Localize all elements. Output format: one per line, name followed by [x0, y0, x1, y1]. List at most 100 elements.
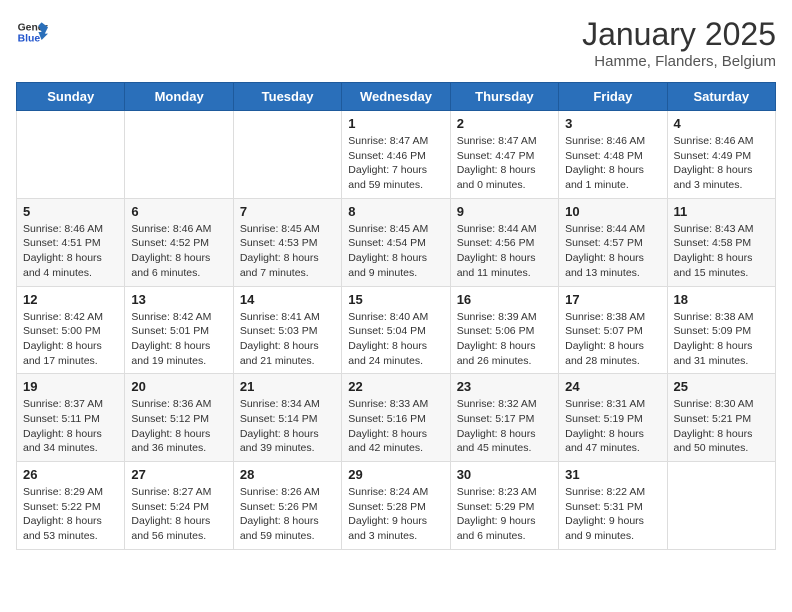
day-info: Sunrise: 8:45 AM Sunset: 4:53 PM Dayligh… — [240, 222, 335, 281]
day-number: 14 — [240, 292, 335, 307]
day-cell: 22Sunrise: 8:33 AM Sunset: 5:16 PM Dayli… — [342, 374, 450, 462]
day-cell: 26 Sunrise: 8:29 AM Sunset: 5:22 PM Dayli… — [17, 462, 125, 550]
day-cell: 4 Sunrise: 8:46 AM Sunset: 4:49 PM Daylig… — [667, 111, 775, 199]
day-number: 26 — [23, 467, 118, 482]
day-info: Sunrise: 8:44 AM Sunset: 4:56 PM Dayligh… — [457, 222, 552, 281]
day-info: Sunrise: 8:42 AM Sunset: 5:01 PM Dayligh… — [131, 310, 226, 369]
day-info: Sunrise: 8:46 AM Sunset: 4:48 PM Dayligh… — [565, 134, 660, 193]
day-number: 21 — [240, 379, 335, 394]
day-number: 24 — [565, 379, 660, 394]
day-number: 19 — [23, 379, 118, 394]
day-info: Sunrise: 8:47 AM Sunset: 4:46 PM Dayligh… — [348, 134, 443, 193]
day-info: Sunrise: 8:46 AM Sunset: 4:49 PM Dayligh… — [674, 134, 769, 193]
day-number: 3 — [565, 116, 660, 131]
day-cell: 17Sunrise: 8:38 AM Sunset: 5:07 PM Dayli… — [559, 286, 667, 374]
day-cell: 3 Sunrise: 8:46 AM Sunset: 4:48 PM Daylig… — [559, 111, 667, 199]
location-title: Hamme, Flanders, Belgium — [582, 53, 776, 70]
day-info: Sunrise: 8:23 AM Sunset: 5:29 PM Dayligh… — [457, 485, 552, 544]
day-number: 7 — [240, 204, 335, 219]
day-number: 5 — [23, 204, 118, 219]
day-cell: 23Sunrise: 8:32 AM Sunset: 5:17 PM Dayli… — [450, 374, 558, 462]
day-cell: 15 Sunrise: 8:40 AM Sunset: 5:04 PM Dayli… — [342, 286, 450, 374]
day-cell: 18 Sunrise: 8:38 AM Sunset: 5:09 PM Dayli… — [667, 286, 775, 374]
day-number: 25 — [674, 379, 769, 394]
day-number: 9 — [457, 204, 552, 219]
svg-text:Blue: Blue — [18, 34, 41, 45]
logo: General Blue — [16, 16, 48, 48]
day-info: Sunrise: 8:43 AM Sunset: 4:58 PM Dayligh… — [674, 222, 769, 281]
day-number: 16 — [457, 292, 552, 307]
weekday-header-saturday: Saturday — [667, 83, 775, 111]
day-info: Sunrise: 8:34 AM Sunset: 5:14 PM Dayligh… — [240, 397, 335, 456]
day-cell: 5 Sunrise: 8:46 AM Sunset: 4:51 PM Daylig… — [17, 198, 125, 286]
day-cell — [125, 111, 233, 199]
day-cell: 19Sunrise: 8:37 AM Sunset: 5:11 PM Dayli… — [17, 374, 125, 462]
day-cell: 25 Sunrise: 8:30 AM Sunset: 5:21 PM Dayli… — [667, 374, 775, 462]
week-row-2: 5 Sunrise: 8:46 AM Sunset: 4:51 PM Daylig… — [17, 198, 776, 286]
day-cell: 13 Sunrise: 8:42 AM Sunset: 5:01 PM Dayli… — [125, 286, 233, 374]
day-cell: 6 Sunrise: 8:46 AM Sunset: 4:52 PM Daylig… — [125, 198, 233, 286]
day-cell: 9 Sunrise: 8:44 AM Sunset: 4:56 PM Daylig… — [450, 198, 558, 286]
day-cell: 29Sunrise: 8:24 AM Sunset: 5:28 PM Dayli… — [342, 462, 450, 550]
week-row-5: 26 Sunrise: 8:29 AM Sunset: 5:22 PM Dayli… — [17, 462, 776, 550]
day-cell: 20 Sunrise: 8:36 AM Sunset: 5:12 PM Dayli… — [125, 374, 233, 462]
day-number: 31 — [565, 467, 660, 482]
weekday-header-tuesday: Tuesday — [233, 83, 341, 111]
day-info: Sunrise: 8:46 AM Sunset: 4:52 PM Dayligh… — [131, 222, 226, 281]
weekday-header-wednesday: Wednesday — [342, 83, 450, 111]
header: General Blue January 2025 Hamme, Flander… — [16, 16, 776, 70]
day-cell: 24 Sunrise: 8:31 AM Sunset: 5:19 PM Dayli… — [559, 374, 667, 462]
day-cell: 8Sunrise: 8:45 AM Sunset: 4:54 PM Daylig… — [342, 198, 450, 286]
day-cell: 31 Sunrise: 8:22 AM Sunset: 5:31 PM Dayli… — [559, 462, 667, 550]
week-row-3: 12Sunrise: 8:42 AM Sunset: 5:00 PM Dayli… — [17, 286, 776, 374]
day-cell: 16 Sunrise: 8:39 AM Sunset: 5:06 PM Dayli… — [450, 286, 558, 374]
day-cell: 28 Sunrise: 8:26 AM Sunset: 5:26 PM Dayli… — [233, 462, 341, 550]
day-info: Sunrise: 8:41 AM Sunset: 5:03 PM Dayligh… — [240, 310, 335, 369]
day-number: 20 — [131, 379, 226, 394]
day-number: 18 — [674, 292, 769, 307]
title-area: January 2025 Hamme, Flanders, Belgium — [582, 16, 776, 70]
day-info: Sunrise: 8:26 AM Sunset: 5:26 PM Dayligh… — [240, 485, 335, 544]
day-cell: 30 Sunrise: 8:23 AM Sunset: 5:29 PM Dayli… — [450, 462, 558, 550]
day-number: 30 — [457, 467, 552, 482]
day-cell: 27 Sunrise: 8:27 AM Sunset: 5:24 PM Dayli… — [125, 462, 233, 550]
day-cell: 1 Sunrise: 8:47 AM Sunset: 4:46 PM Daylig… — [342, 111, 450, 199]
day-info: Sunrise: 8:30 AM Sunset: 5:21 PM Dayligh… — [674, 397, 769, 456]
day-cell: 14 Sunrise: 8:41 AM Sunset: 5:03 PM Dayli… — [233, 286, 341, 374]
day-number: 22 — [348, 379, 443, 394]
day-number: 1 — [348, 116, 443, 131]
day-number: 15 — [348, 292, 443, 307]
day-cell — [667, 462, 775, 550]
weekday-header-thursday: Thursday — [450, 83, 558, 111]
day-info: Sunrise: 8:31 AM Sunset: 5:19 PM Dayligh… — [565, 397, 660, 456]
day-info: Sunrise: 8:27 AM Sunset: 5:24 PM Dayligh… — [131, 485, 226, 544]
day-cell — [17, 111, 125, 199]
day-number: 17 — [565, 292, 660, 307]
weekday-header-friday: Friday — [559, 83, 667, 111]
day-info: Sunrise: 8:32 AM Sunset: 5:17 PM Dayligh… — [457, 397, 552, 456]
day-number: 12 — [23, 292, 118, 307]
day-info: Sunrise: 8:22 AM Sunset: 5:31 PM Dayligh… — [565, 485, 660, 544]
day-number: 28 — [240, 467, 335, 482]
week-row-1: 1 Sunrise: 8:47 AM Sunset: 4:46 PM Daylig… — [17, 111, 776, 199]
day-number: 8 — [348, 204, 443, 219]
day-number: 10 — [565, 204, 660, 219]
day-info: Sunrise: 8:46 AM Sunset: 4:51 PM Dayligh… — [23, 222, 118, 281]
day-number: 27 — [131, 467, 226, 482]
day-info: Sunrise: 8:38 AM Sunset: 5:09 PM Dayligh… — [674, 310, 769, 369]
day-info: Sunrise: 8:47 AM Sunset: 4:47 PM Dayligh… — [457, 134, 552, 193]
day-number: 29 — [348, 467, 443, 482]
day-cell: 12Sunrise: 8:42 AM Sunset: 5:00 PM Dayli… — [17, 286, 125, 374]
day-info: Sunrise: 8:39 AM Sunset: 5:06 PM Dayligh… — [457, 310, 552, 369]
day-number: 4 — [674, 116, 769, 131]
day-info: Sunrise: 8:36 AM Sunset: 5:12 PM Dayligh… — [131, 397, 226, 456]
week-row-4: 19Sunrise: 8:37 AM Sunset: 5:11 PM Dayli… — [17, 374, 776, 462]
day-cell: 10Sunrise: 8:44 AM Sunset: 4:57 PM Dayli… — [559, 198, 667, 286]
day-info: Sunrise: 8:29 AM Sunset: 5:22 PM Dayligh… — [23, 485, 118, 544]
day-number: 13 — [131, 292, 226, 307]
calendar: SundayMondayTuesdayWednesdayThursdayFrid… — [16, 82, 776, 550]
weekday-header-monday: Monday — [125, 83, 233, 111]
day-number: 11 — [674, 204, 769, 219]
day-info: Sunrise: 8:40 AM Sunset: 5:04 PM Dayligh… — [348, 310, 443, 369]
day-number: 6 — [131, 204, 226, 219]
